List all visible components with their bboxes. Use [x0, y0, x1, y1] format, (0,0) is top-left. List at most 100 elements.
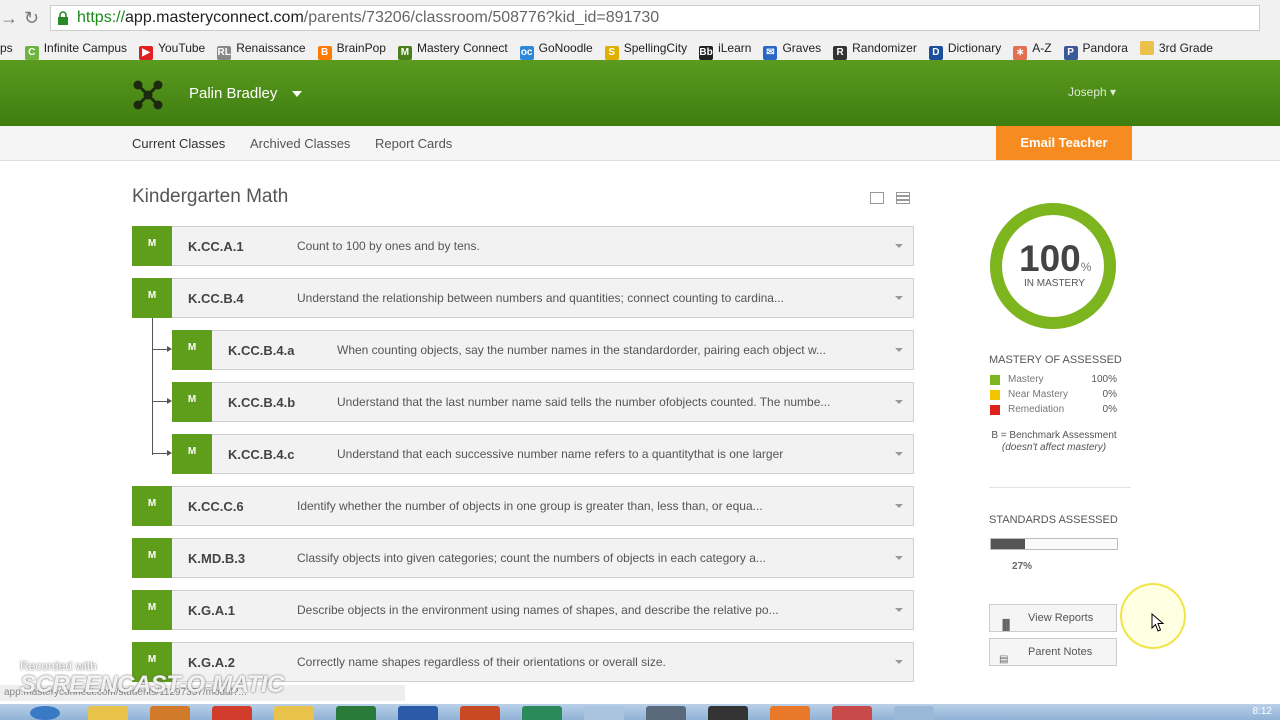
url-domain: app.masteryconnect.com: [125, 9, 304, 26]
app-taskbar-icon[interactable]: [708, 706, 748, 720]
standard-description: Understand the relationship between numb…: [297, 291, 784, 305]
bookmark-label: A-Z: [1032, 41, 1052, 55]
bookmark-label: BrainPop: [336, 41, 386, 55]
expand-caret-icon[interactable]: [895, 660, 903, 664]
bookmark-item[interactable]: RL Renaissance: [217, 36, 306, 60]
standard-description: Describe objects in the environment usin…: [297, 603, 779, 617]
standard-row[interactable]: M K.CC.B.4.c Understand that each successi…: [172, 434, 914, 474]
start-button-icon[interactable]: [30, 706, 60, 720]
standard-row[interactable]: M K.G.A.1 Describe objects in the environm…: [132, 590, 914, 630]
student-selector[interactable]: Palin Bradley: [189, 85, 277, 102]
bookmark-item[interactable]: M Mastery Connect: [397, 36, 508, 60]
firefox-taskbar-icon[interactable]: [770, 706, 810, 720]
app-taskbar-icon[interactable]: [584, 706, 624, 720]
forward-arrow-icon[interactable]: →: [0, 8, 18, 29]
app-taskbar-icon[interactable]: [894, 706, 934, 720]
expand-caret-icon[interactable]: [895, 556, 903, 560]
legend-swatch: [990, 375, 1000, 385]
explorer-taskbar-icon[interactable]: [88, 706, 128, 720]
publisher-taskbar-icon[interactable]: [522, 706, 562, 720]
standard-code: K.MD.B.3: [188, 551, 246, 566]
excel-taskbar-icon[interactable]: [336, 706, 376, 720]
powerpoint-taskbar-icon[interactable]: [460, 706, 500, 720]
tree-branch: [152, 398, 172, 404]
app-taskbar-icon[interactable]: [832, 706, 872, 720]
bookmark-label: GoNoodle: [538, 41, 593, 55]
app-taskbar-icon[interactable]: [274, 706, 314, 720]
bookmark-icon: S: [604, 46, 619, 60]
expand-caret-icon[interactable]: [895, 400, 903, 404]
bookmark-item[interactable]: oc GoNoodle: [519, 36, 593, 60]
standard-row[interactable]: M K.CC.A.1 Count to 100 by ones and by ten…: [132, 226, 914, 266]
standard-row[interactable]: M K.CC.B.4.b Understand that the last numb…: [172, 382, 914, 422]
bookmark-item[interactable]: 3rd Grade: [1139, 36, 1213, 60]
bookmark-item[interactable]: D Dictionary: [928, 36, 1001, 60]
legend-swatch: [990, 390, 1000, 400]
expand-caret-icon[interactable]: [895, 296, 903, 300]
expand-caret-icon[interactable]: [895, 244, 903, 248]
user-menu[interactable]: Joseph ▾: [1068, 85, 1116, 99]
bookmark-item[interactable]: ✉ Graves: [763, 36, 821, 60]
mouse-cursor-icon: [1151, 613, 1165, 632]
bookmark-label: SpellingCity: [623, 41, 688, 55]
app-taskbar-icon[interactable]: [646, 706, 686, 720]
tile-view-icon[interactable]: [870, 192, 884, 204]
expand-caret-icon[interactable]: [895, 452, 903, 456]
address-bar[interactable]: https://app.masteryconnect.com/parents/7…: [50, 5, 1260, 31]
bookmark-item[interactable]: C Infinite Campus: [24, 36, 128, 60]
standard-row[interactable]: M K.CC.C.6 Identify whether the number of …: [132, 486, 914, 526]
expand-caret-icon[interactable]: [895, 504, 903, 508]
tab-report-cards[interactable]: Report Cards: [375, 136, 452, 151]
bookmark-item[interactable]: P Pandora: [1063, 36, 1128, 60]
bookmark-icon: ▶: [139, 46, 154, 60]
bookmark-item[interactable]: R Randomizer: [833, 36, 917, 60]
bookmark-label: Pandora: [1082, 41, 1128, 55]
taskbar-clock: 8:12: [1252, 706, 1272, 717]
chrome-taskbar-icon[interactable]: [212, 706, 252, 720]
bookmark-label: Infinite Campus: [43, 41, 128, 55]
mastery-value: 100: [1019, 238, 1081, 279]
standards-progress-fill: [991, 539, 1026, 549]
expand-caret-icon[interactable]: [895, 348, 903, 352]
masteryconnect-logo-icon[interactable]: [132, 79, 164, 111]
lock-icon: [58, 11, 68, 25]
standard-code: K.G.A.1: [188, 603, 235, 618]
legend-name: Mastery: [1008, 374, 1044, 385]
bookmark-icon: P: [1063, 46, 1078, 60]
bookmark-item[interactable]: B BrainPop: [317, 36, 386, 60]
standard-description: Identify whether the number of objects i…: [297, 499, 763, 513]
standard-row[interactable]: M K.CC.B.4.a When counting objects, say th…: [172, 330, 914, 370]
tab-current-classes[interactable]: Current Classes: [132, 136, 225, 151]
parent-notes-button[interactable]: ▤ Parent Notes: [989, 638, 1117, 666]
email-teacher-button[interactable]: Email Teacher: [996, 126, 1132, 160]
mastery-label: IN MASTERY: [1024, 278, 1085, 289]
bookmark-item[interactable]: ▶ YouTube: [139, 36, 205, 60]
notes-icon: ▤: [999, 654, 1009, 665]
standard-row[interactable]: M K.MD.B.3 Classify objects into given cat…: [132, 538, 914, 578]
view-reports-button[interactable]: ▐▌ View Reports: [989, 604, 1117, 632]
bookmark-item[interactable]: Bb iLearn: [699, 36, 751, 60]
chevron-down-icon[interactable]: [292, 91, 302, 97]
watermark-big: SCREENCAST-O-MATIC: [20, 671, 284, 698]
legend-row: Near Mastery 0%: [989, 389, 1119, 403]
mastery-badge: M: [132, 538, 172, 578]
bookmark-label: ps: [0, 41, 13, 55]
standard-description: Correctly name shapes regardless of thei…: [297, 655, 666, 669]
standard-code: K.CC.B.4.c: [228, 447, 295, 462]
word-taskbar-icon[interactable]: [398, 706, 438, 720]
standard-row[interactable]: M K.CC.B.4 Understand the relationship bet…: [132, 278, 914, 318]
app-header: Palin Bradley Joseph ▾: [0, 60, 1280, 126]
bookmark-item[interactable]: ∗ A-Z: [1013, 36, 1052, 60]
app-taskbar-icon[interactable]: [150, 706, 190, 720]
bookmark-item[interactable]: ps: [0, 36, 13, 60]
legend-name: Remediation: [1008, 404, 1065, 415]
mastery-badge: M: [172, 382, 212, 422]
expand-caret-icon[interactable]: [895, 608, 903, 612]
bookmark-icon: Bb: [699, 46, 714, 60]
reload-icon[interactable]: ↻: [24, 8, 39, 29]
list-view-icon[interactable]: [896, 192, 910, 204]
tab-archived-classes[interactable]: Archived Classes: [250, 136, 350, 151]
legend-value: 0%: [1102, 389, 1117, 400]
standards-progress-bar: [990, 538, 1118, 550]
bookmark-item[interactable]: S SpellingCity: [604, 36, 688, 60]
